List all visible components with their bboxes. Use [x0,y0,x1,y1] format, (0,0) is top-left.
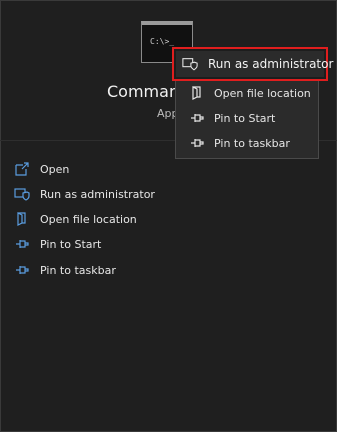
context-menu-item-label: Pin to Start [214,111,276,125]
context-menu-item-label: Run as administrator [208,57,334,71]
folder-icon [190,86,204,100]
app-icon-prompt: C:\>_ [150,37,175,46]
action-pin-to-start[interactable]: Pin to Start [14,232,314,256]
action-open-file-location[interactable]: Open file location [14,207,314,231]
action-label: Open file location [40,212,137,226]
context-menu-item-label: Open file location [214,86,311,100]
action-run-as-administrator[interactable]: Run as administrator [14,182,314,206]
context-menu-item-pin-to-start[interactable]: Pin to Start [176,106,316,130]
context-menu-item-run-as-administrator[interactable]: Run as administrator [172,47,333,81]
pin-icon [14,236,30,252]
open-icon [14,161,30,177]
context-menu-item-open-file-location[interactable]: Open file location [176,81,316,105]
action-label: Open [40,162,70,176]
pin-icon [190,111,204,125]
action-open[interactable]: Open [14,157,314,181]
highlight-inner: Run as administrator [176,51,333,77]
action-label: Run as administrator [40,187,155,201]
shield-icon [182,56,198,72]
shield-icon [14,186,30,202]
pin-icon [14,262,30,278]
action-label: Pin to Start [40,237,102,251]
pin-icon [190,136,204,150]
action-pin-to-taskbar[interactable]: Pin to taskbar [14,258,314,282]
context-menu: Open file location Pin to Start Pin to t… [175,76,319,159]
action-label: Pin to taskbar [40,263,116,277]
folder-icon [14,211,30,227]
context-menu-item-label: Pin to taskbar [214,136,290,150]
context-menu-item-pin-to-taskbar[interactable]: Pin to taskbar [176,131,316,155]
